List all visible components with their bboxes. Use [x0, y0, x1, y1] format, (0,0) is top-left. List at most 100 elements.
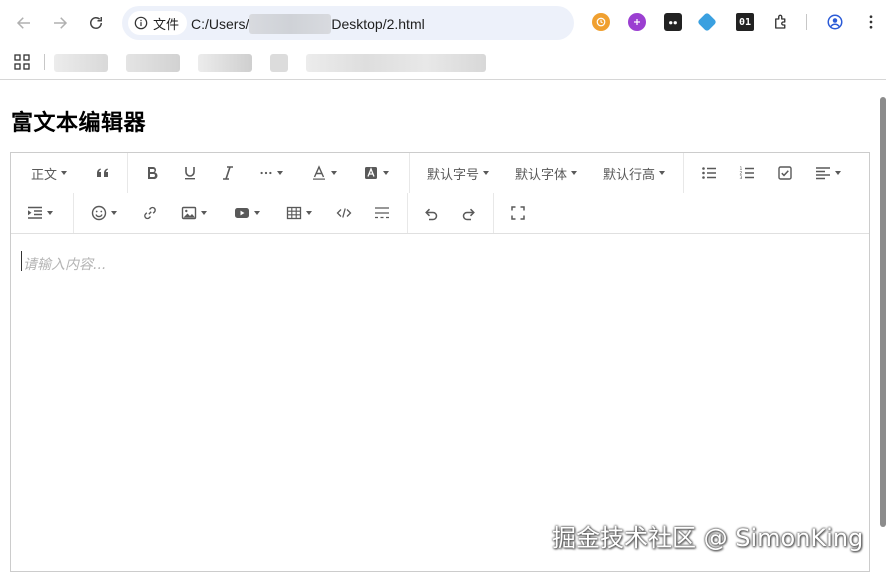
- redacted-bookmark[interactable]: [306, 54, 486, 72]
- caret-down-icon: [111, 211, 117, 215]
- italic-button[interactable]: [216, 160, 240, 186]
- insert-table-button[interactable]: [284, 200, 314, 226]
- extension-5-icon[interactable]: 01: [736, 13, 754, 31]
- heading-select-label: 正文: [30, 167, 57, 183]
- editor-placeholder: 请输入内容...: [23, 257, 107, 273]
- image-icon: [181, 206, 197, 220]
- underline-button[interactable]: [178, 160, 202, 186]
- back-button[interactable]: [11, 10, 37, 36]
- extensions-puzzle-icon[interactable]: [772, 13, 790, 31]
- line-height-select[interactable]: 默认行高: [601, 160, 667, 186]
- table-icon: [286, 206, 302, 220]
- page-viewport: 富文本编辑器 正文 默认字号 默认字体 默认行高 1 2 3 请输入内容...: [0, 81, 886, 572]
- url-suffix: Desktop/2.html: [331, 16, 425, 32]
- svg-text:3: 3: [740, 175, 743, 181]
- address-bar[interactable]: 文件 C:/Users/Desktop/2.html: [122, 6, 681, 40]
- caret-down-icon: [659, 171, 665, 175]
- blockquote-button[interactable]: [91, 160, 115, 186]
- extension-4-icon[interactable]: [697, 12, 717, 32]
- line-height-select-label: 默认行高: [602, 167, 655, 183]
- caret-down-icon: [835, 171, 841, 175]
- undo-icon: [425, 208, 438, 221]
- extension-1-icon[interactable]: [592, 13, 610, 31]
- extension-2-icon[interactable]: [628, 13, 646, 31]
- bookmarks-bar: [0, 46, 886, 80]
- bold-button[interactable]: [140, 160, 164, 186]
- toolbar-divider: [127, 153, 128, 193]
- reload-button[interactable]: [83, 10, 109, 36]
- bulleted-list-button[interactable]: [697, 160, 721, 186]
- caret-down-icon: [201, 211, 207, 215]
- scrollbar-thumb[interactable]: [880, 97, 886, 527]
- toolbar-separator: [806, 14, 807, 30]
- forward-button[interactable]: [47, 10, 73, 36]
- indent-button[interactable]: [25, 200, 55, 226]
- underline-icon: [185, 167, 195, 180]
- toolbar-divider: [409, 153, 410, 193]
- watermark-text: 掘金技术社区 @ SimonKing: [552, 524, 864, 552]
- caret-down-icon: [571, 171, 577, 175]
- toolbar-divider: [493, 193, 494, 233]
- caret-down-icon: [277, 171, 283, 175]
- more-styles-button[interactable]: [256, 160, 286, 186]
- align-left-icon: [816, 167, 830, 180]
- justify-button[interactable]: [813, 160, 843, 186]
- caret-down-icon: [383, 171, 389, 175]
- heading-select[interactable]: 正文: [29, 160, 69, 186]
- code-icon: [336, 208, 352, 218]
- font-family-select[interactable]: 默认字体: [513, 160, 579, 186]
- redacted-bookmark[interactable]: [270, 54, 288, 72]
- divider-button[interactable]: [370, 200, 394, 226]
- reload-icon: [90, 17, 102, 29]
- url-text[interactable]: C:/Users/Desktop/2.html: [191, 14, 425, 34]
- extension-3-icon[interactable]: [664, 13, 682, 31]
- redacted-bookmark[interactable]: [54, 54, 108, 72]
- quote-icon: [97, 168, 108, 177]
- insert-link-button[interactable]: [138, 200, 162, 226]
- code-block-button[interactable]: [332, 200, 356, 226]
- bookmarks-separator: [44, 54, 45, 70]
- font-color-button[interactable]: [309, 160, 339, 186]
- undo-button[interactable]: [419, 200, 443, 226]
- fullscreen-icon: [511, 206, 525, 220]
- bulleted-list-icon: [702, 167, 716, 179]
- font-size-select[interactable]: 默认字号: [425, 160, 491, 186]
- indent-icon: [28, 206, 42, 219]
- caret-down-icon: [61, 171, 67, 175]
- redo-button[interactable]: [457, 200, 481, 226]
- browser-toolbar: 文件 C:/Users/Desktop/2.html 01: [0, 0, 886, 46]
- todo-list-button[interactable]: [773, 160, 797, 186]
- font-family-select-label: 默认字体: [514, 167, 567, 183]
- caret-down-icon: [47, 211, 53, 215]
- insert-image-button[interactable]: [179, 200, 209, 226]
- bold-icon: [148, 167, 158, 180]
- profile-avatar-icon[interactable]: [826, 13, 844, 31]
- text-cursor: [21, 251, 22, 271]
- numbered-list-button[interactable]: 123: [735, 160, 759, 186]
- video-icon: [235, 208, 249, 218]
- redo-icon: [462, 208, 475, 221]
- caret-down-icon: [254, 211, 260, 215]
- more-horizontal-icon: [260, 171, 272, 175]
- redacted-bookmark[interactable]: [198, 54, 252, 72]
- more-menu-icon[interactable]: [862, 13, 880, 31]
- site-info-chip[interactable]: 文件: [128, 11, 188, 35]
- caret-down-icon: [331, 171, 337, 175]
- toolbar-divider: [73, 193, 74, 233]
- font-size-select-label: 默认字号: [426, 167, 479, 183]
- editor-toolbar: 正文 默认字号 默认字体 默认行高 1 2 3: [11, 153, 869, 234]
- toolbar-divider: [683, 153, 684, 193]
- background-color-button[interactable]: [361, 160, 391, 186]
- link-icon: [144, 206, 156, 220]
- smiley-icon: [91, 205, 107, 221]
- background-color-icon: [365, 167, 377, 179]
- fullscreen-button[interactable]: [506, 200, 530, 226]
- redacted-bookmark[interactable]: [126, 54, 180, 72]
- emotion-button[interactable]: [89, 200, 119, 226]
- apps-grid-icon[interactable]: [14, 54, 30, 70]
- arrow-right-icon: [54, 17, 68, 29]
- insert-video-button[interactable]: [232, 200, 262, 226]
- horizontal-rule-icon: [375, 207, 389, 219]
- checkbox-icon: [778, 166, 792, 180]
- site-info-label: 文件: [153, 17, 180, 33]
